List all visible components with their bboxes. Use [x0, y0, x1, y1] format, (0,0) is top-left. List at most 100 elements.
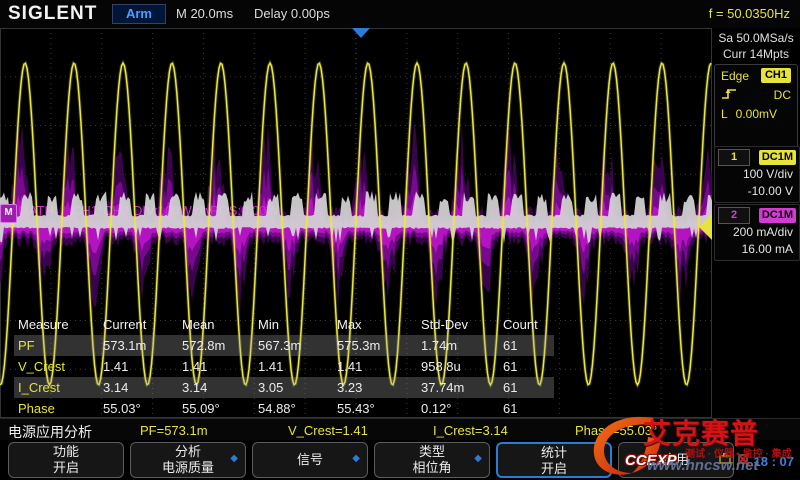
col-header: Current	[99, 314, 178, 335]
analysis-title: 电源应用分析	[8, 422, 92, 442]
brand-logo: SIGLENT	[8, 3, 97, 25]
channel1-scale: 100 V/div	[715, 166, 799, 183]
acquisition-status[interactable]: Arm	[112, 4, 166, 24]
measure-value: 55.09°	[178, 398, 254, 419]
measure-value: 55.03°	[99, 398, 178, 419]
frequency-counter: f = 50.0350Hz	[709, 6, 790, 21]
printer-icon[interactable]	[718, 452, 732, 471]
measure-value: 575.3m	[333, 335, 417, 356]
menu-button-analysis[interactable]: 分析 电源质量 ◆	[130, 442, 246, 478]
trigger-position-marker[interactable]	[352, 28, 370, 38]
measure-value: 3.14	[99, 377, 178, 398]
menu-label: 统计	[498, 444, 610, 461]
top-bar: SIGLENT Arm M 20.0ms Delay 0.00ps f = 50…	[0, 0, 800, 29]
col-header: Min	[254, 314, 333, 335]
measure-value: 572.8m	[178, 335, 254, 356]
menu-label: 开启	[9, 460, 123, 476]
trigger-source-badge: CH1	[761, 68, 791, 83]
col-header: Count	[499, 314, 554, 335]
measure-name: V_Crest	[14, 356, 99, 377]
channel2-scale: 200 mA/div	[715, 224, 799, 241]
menu-label: 相位角	[375, 460, 489, 476]
status-bar: 电源应用分析 PF=573.1m V_Crest=1.41 I_Crest=3.…	[0, 418, 800, 441]
sample-rate: Sa 50.0MSa/s	[712, 30, 800, 46]
col-header: Std-Dev	[417, 314, 499, 335]
table-row: PF 573.1m 572.8m 567.3m 575.3m 1.74m 61	[14, 335, 554, 356]
delay-readout[interactable]: Delay 0.00ps	[254, 6, 330, 21]
timebase-readout[interactable]: M 20.0ms	[176, 6, 233, 21]
measure-value: 61	[499, 377, 554, 398]
channel2-number-badge: 2	[718, 207, 750, 224]
measure-name: I_Crest	[14, 377, 99, 398]
measure-value: 61	[499, 335, 554, 356]
channel2-offset: 16.00 mA	[715, 241, 799, 258]
measure-value: 0.12°	[417, 398, 499, 419]
menu-label: 应用	[619, 443, 733, 477]
status-icrest: I_Crest=3.14	[433, 423, 508, 438]
memory-depth: Curr 14Mpts	[712, 46, 800, 62]
measure-value: 1.41	[333, 356, 417, 377]
time-display: 18 : 07	[754, 454, 794, 469]
col-header: Mean	[178, 314, 254, 335]
status-vcrest: V_Crest=1.41	[288, 423, 368, 438]
measure-value: 958.8u	[417, 356, 499, 377]
measure-value: 573.1m	[99, 335, 178, 356]
col-header: Max	[333, 314, 417, 335]
measure-value: 1.41	[178, 356, 254, 377]
measure-value: 567.3m	[254, 335, 333, 356]
measure-name: Phase	[14, 398, 99, 419]
trigger-type: Edge	[721, 69, 749, 83]
measure-value: 37.74m	[417, 377, 499, 398]
menu-button-signal[interactable]: 信号 ◆	[252, 442, 368, 478]
menu-button-type[interactable]: 类型 相位角 ◆	[374, 442, 490, 478]
table-row: Phase 55.03° 55.09° 54.88° 55.43° 0.12° …	[14, 398, 554, 419]
measure-value: 61	[499, 356, 554, 377]
table-row: I_Crest 3.14 3.14 3.05 3.23 37.74m 61	[14, 377, 554, 398]
channel1-number-badge: 1	[718, 149, 750, 166]
measure-value: 1.41	[99, 356, 178, 377]
channel1-offset: -10.00 V	[715, 183, 799, 200]
math-channel-badge[interactable]: M	[0, 204, 17, 223]
waveform-display[interactable]: MATHCH1*CH2DIV:100W/divPOS:0.00W M Measu…	[0, 28, 712, 418]
trigger-level-value: 0.00mV	[736, 107, 777, 121]
channel1-panel[interactable]: 1 DC1M 100 V/div -10.00 V	[714, 146, 800, 203]
measure-value: 1.74m	[417, 335, 499, 356]
diamond-icon: ◆	[230, 454, 238, 464]
table-row: V_Crest 1.41 1.41 1.41 1.41 958.8u 61	[14, 356, 554, 377]
status-phase: Phase=55.03°	[575, 423, 657, 438]
measure-value: 3.14	[178, 377, 254, 398]
measure-name: PF	[14, 335, 99, 356]
channel1-coupling-badge: DC1M	[759, 150, 796, 165]
table-header-row: Measure Current Mean Min Max Std-Dev Cou…	[14, 314, 554, 335]
trigger-panel[interactable]: Edge CH1 DC L 0.00mV	[714, 64, 798, 148]
measure-value: 1.41	[254, 356, 333, 377]
softkey-menu: 功能 开启 分析 电源质量 ◆ 信号 ◆ 类型 相位角 ◆ 统计 开启 应用	[0, 440, 800, 480]
col-header: Measure	[14, 314, 99, 335]
measure-value: 3.05	[254, 377, 333, 398]
measurement-table: Measure Current Mean Min Max Std-Dev Cou…	[14, 314, 554, 419]
measure-value: 55.43°	[333, 398, 417, 419]
status-pf: PF=573.1m	[140, 423, 208, 438]
trigger-coupling: DC	[774, 88, 791, 102]
menu-button-function[interactable]: 功能 开启	[8, 442, 124, 478]
clock-cluster: 18 : 07	[718, 452, 794, 471]
channel2-coupling-badge: DC1M	[759, 208, 796, 223]
menu-button-statistics[interactable]: 统计 开启	[496, 442, 612, 478]
measure-value: 3.23	[333, 377, 417, 398]
menu-label: 功能	[9, 443, 123, 460]
measure-value: 54.88°	[254, 398, 333, 419]
oscilloscope-screen: SIGLENT Arm M 20.0ms Delay 0.00ps f = 50…	[0, 0, 800, 480]
menu-label: 分析	[131, 443, 245, 460]
menu-label: 类型	[375, 443, 489, 460]
menu-label: 开启	[498, 461, 610, 477]
diamond-icon: ◆	[352, 454, 360, 464]
diamond-icon: ◆	[474, 454, 482, 464]
measure-value: 61	[499, 398, 554, 419]
menu-label: 信号	[253, 443, 367, 477]
trigger-level-prefix: L	[721, 107, 728, 121]
menu-label: 电源质量	[131, 460, 245, 476]
usb-disabled-icon[interactable]	[736, 452, 750, 471]
trigger-edge-icon	[721, 86, 739, 104]
right-sidebar: Sa 50.0MSa/s Curr 14Mpts Edge CH1 DC L 0…	[712, 28, 800, 418]
channel2-panel[interactable]: 2 DC1M 200 mA/div 16.00 mA	[714, 204, 800, 261]
